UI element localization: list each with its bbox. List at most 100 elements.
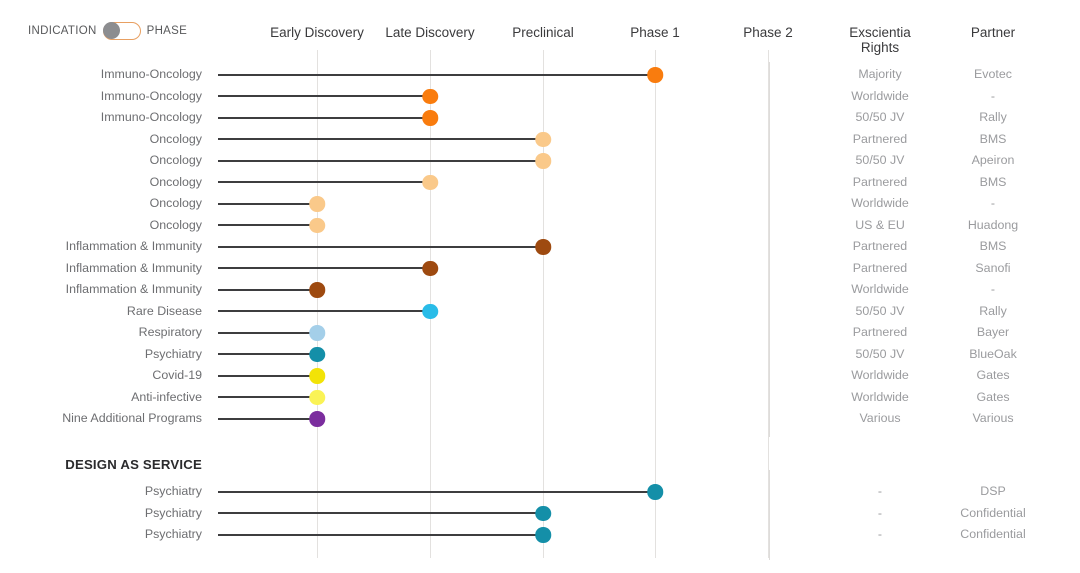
column-header-partner: Partner bbox=[970, 25, 1016, 40]
toggle-label-phase: PHASE bbox=[146, 25, 188, 37]
row-label-indication: Inflammation & Immunity bbox=[65, 239, 202, 253]
table-row[interactable]: Oncology Partnered BMS bbox=[0, 129, 1080, 151]
progress-bar bbox=[218, 417, 317, 420]
table-row[interactable]: Oncology Worldwide - bbox=[0, 193, 1080, 215]
stage-marker-dot[interactable] bbox=[309, 368, 325, 384]
row-partner: Evotec bbox=[974, 67, 1012, 81]
row-partner: BMS bbox=[979, 131, 1007, 146]
stage-marker-dot[interactable] bbox=[535, 153, 551, 169]
table-row[interactable]: Respiratory Partnered Bayer bbox=[0, 322, 1080, 344]
table-row[interactable]: Oncology US & EU Huadong bbox=[0, 215, 1080, 237]
stage-marker-dot[interactable] bbox=[647, 484, 663, 500]
stage-marker-dot[interactable] bbox=[535, 239, 551, 255]
table-row[interactable]: Psychiatry - DSP bbox=[0, 481, 1080, 503]
row-label-indication: Immuno-Oncology bbox=[100, 88, 202, 103]
toggle-knob[interactable] bbox=[102, 22, 120, 39]
stage-marker-dot[interactable] bbox=[309, 411, 325, 427]
table-row[interactable]: Inflammation & Immunity Partnered BMS bbox=[0, 236, 1080, 258]
row-partner: Huadong bbox=[967, 217, 1019, 232]
row-partner: Rally bbox=[979, 303, 1007, 318]
table-row[interactable]: Immuno-Oncology Majority Evotec bbox=[0, 64, 1080, 86]
row-partner: Confidential bbox=[960, 505, 1026, 520]
column-header-phase_2: Phase 2 bbox=[743, 25, 793, 40]
table-row[interactable]: Inflammation & Immunity Worldwide - bbox=[0, 279, 1080, 301]
row-partner: BMS bbox=[979, 239, 1007, 253]
indication-phase-toggle[interactable]: INDICATION PHASE bbox=[28, 22, 187, 40]
progress-bar bbox=[218, 512, 543, 515]
stage-marker-dot[interactable] bbox=[422, 174, 438, 191]
stage-marker-dot[interactable] bbox=[309, 325, 325, 341]
column-header-late_discovery: Late Discovery bbox=[385, 25, 475, 40]
table-row[interactable]: Immuno-Oncology Worldwide - bbox=[0, 86, 1080, 108]
row-label-indication: Psychiatry bbox=[144, 346, 202, 361]
row-label-indication: Nine Additional Programs bbox=[62, 411, 202, 425]
row-label-indication: Anti-infective bbox=[131, 389, 202, 404]
row-partner: Gates bbox=[976, 389, 1010, 404]
column-header-phase_1: Phase 1 bbox=[630, 25, 680, 40]
progress-bar bbox=[218, 374, 317, 377]
stage-marker-dot[interactable] bbox=[422, 260, 438, 277]
section-heading-design-as-service: DESIGN AS SERVICE bbox=[65, 457, 202, 472]
row-partner: BlueOak bbox=[969, 346, 1017, 361]
row-label-indication: Oncology bbox=[149, 174, 202, 189]
progress-bar bbox=[218, 490, 655, 493]
row-partner: Sanofi bbox=[975, 260, 1011, 275]
stage-marker-dot[interactable] bbox=[309, 346, 325, 363]
table-row[interactable]: Oncology 50/50 JV Apeiron bbox=[0, 150, 1080, 172]
row-label-indication: Immuno-Oncology bbox=[100, 67, 202, 81]
stage-marker-dot[interactable] bbox=[309, 217, 325, 234]
row-partner: - bbox=[990, 282, 996, 296]
table-row[interactable]: Immuno-Oncology 50/50 JV Rally bbox=[0, 107, 1080, 129]
row-partner: DSP bbox=[980, 484, 1006, 498]
row-partner: Confidential bbox=[960, 527, 1026, 541]
stage-marker-dot[interactable] bbox=[535, 505, 551, 522]
progress-bar bbox=[218, 331, 317, 334]
row-label-indication: Psychiatry bbox=[144, 527, 202, 541]
row-label-indication: Covid-19 bbox=[152, 368, 202, 382]
progress-bar bbox=[218, 202, 317, 205]
row-label-indication: Oncology bbox=[149, 153, 202, 167]
column-header-early_discovery: Early Discovery bbox=[270, 25, 364, 40]
toggle-label-indication: INDICATION bbox=[28, 25, 97, 37]
table-row[interactable]: Inflammation & Immunity Partnered Sanofi bbox=[0, 258, 1080, 280]
table-row[interactable]: Psychiatry 50/50 JV BlueOak bbox=[0, 344, 1080, 366]
stage-marker-dot[interactable] bbox=[422, 303, 438, 320]
stage-marker-dot[interactable] bbox=[535, 131, 551, 148]
row-partner: - bbox=[990, 196, 996, 210]
row-label-indication: Psychiatry bbox=[144, 484, 202, 498]
row-label-indication: Oncology bbox=[149, 196, 202, 210]
progress-bar bbox=[218, 138, 543, 141]
stage-marker-dot[interactable] bbox=[535, 527, 551, 543]
row-partner: BMS bbox=[979, 174, 1007, 189]
stage-marker-dot[interactable] bbox=[309, 196, 325, 212]
row-label-indication: Rare Disease bbox=[126, 303, 202, 318]
progress-bar bbox=[218, 310, 430, 313]
table-row[interactable]: Nine Additional Programs Various Various bbox=[0, 408, 1080, 430]
table-row[interactable]: Rare Disease 50/50 JV Rally bbox=[0, 301, 1080, 323]
stage-marker-dot[interactable] bbox=[309, 389, 325, 406]
row-label-indication: Oncology bbox=[149, 131, 202, 146]
row-label-indication: Respiratory bbox=[138, 325, 202, 339]
table-row[interactable]: Psychiatry - Confidential bbox=[0, 524, 1080, 546]
stage-marker-dot[interactable] bbox=[647, 67, 663, 83]
progress-bar bbox=[218, 396, 317, 399]
row-partner: Rally bbox=[979, 110, 1007, 124]
stage-marker-dot[interactable] bbox=[422, 88, 438, 105]
stage-marker-dot[interactable] bbox=[422, 110, 438, 126]
row-partner: Apeiron bbox=[971, 153, 1015, 167]
progress-bar bbox=[218, 224, 317, 227]
row-partner: Various bbox=[972, 411, 1014, 425]
progress-bar bbox=[218, 353, 317, 356]
table-row[interactable]: Oncology Partnered BMS bbox=[0, 172, 1080, 194]
row-partner: Gates bbox=[976, 368, 1010, 382]
progress-bar bbox=[218, 245, 543, 248]
table-row[interactable]: Anti-infective Worldwide Gates bbox=[0, 387, 1080, 409]
stage-marker-dot[interactable] bbox=[309, 282, 325, 298]
progress-bar bbox=[218, 73, 655, 76]
table-row[interactable]: Covid-19 Worldwide Gates bbox=[0, 365, 1080, 387]
table-row[interactable]: Psychiatry - Confidential bbox=[0, 503, 1080, 525]
progress-bar bbox=[218, 95, 430, 98]
row-label-indication: Oncology bbox=[149, 217, 202, 232]
toggle-switch[interactable] bbox=[102, 22, 141, 40]
row-partner: - bbox=[990, 88, 996, 103]
